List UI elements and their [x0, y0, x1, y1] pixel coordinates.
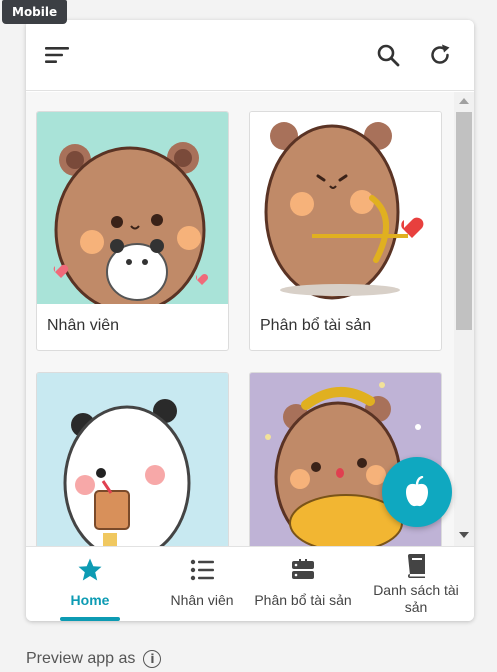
card-phan-bo-tai-san[interactable]: Phân bổ tài sản — [249, 111, 442, 351]
scroll-down-arrow-icon[interactable] — [459, 532, 469, 538]
card-label: Phân bổ tài sản — [260, 317, 372, 334]
list-icon — [190, 559, 214, 581]
floating-action-button[interactable] — [382, 457, 452, 527]
card-nhan-vien[interactable]: Nhân viên — [36, 111, 229, 351]
preview-label: Preview app as — [26, 650, 136, 667]
apple-icon — [406, 476, 428, 507]
scroll-up-arrow-icon[interactable] — [459, 98, 469, 104]
vertical-scrollbar[interactable] — [454, 92, 474, 546]
mobile-preview-frame: Nhân viên Phân bổ tài sản Home Nhân viên… — [26, 20, 474, 621]
nav-phan-bo-tai-san[interactable]: Phân bổ tài sản — [250, 547, 356, 621]
scrollbar-thumb[interactable] — [456, 112, 472, 330]
nav-danh-sach-tai-san[interactable]: Danh sách tài sản — [360, 547, 472, 621]
book-icon — [408, 554, 425, 578]
refresh-icon — [431, 44, 450, 64]
info-icon[interactable]: i — [143, 650, 162, 668]
active-tab-indicator — [60, 617, 120, 621]
search-icon — [377, 44, 400, 67]
star-icon — [78, 558, 102, 581]
refresh-button[interactable] — [423, 38, 457, 72]
menu-icon — [45, 47, 69, 63]
card-label: Nhân viên — [47, 317, 120, 334]
bear-holding-panda-illustration — [37, 112, 228, 304]
nav-home[interactable]: Home — [34, 547, 146, 621]
nav-label: Phân bổ tài sản — [254, 592, 352, 608]
bear-cupid-arrow-illustration — [250, 112, 441, 304]
server-icon — [292, 559, 314, 579]
nav-nhan-vien[interactable]: Nhân viên — [146, 547, 258, 621]
nav-label: Nhân viên — [170, 592, 234, 608]
mobile-badge: Mobile — [2, 0, 68, 24]
nav-label: Danh sách tài sản — [373, 582, 459, 615]
card-item-3[interactable] — [36, 372, 229, 546]
panda-with-drink-illustration — [37, 373, 228, 546]
search-button[interactable] — [371, 38, 405, 72]
top-app-bar — [26, 20, 474, 91]
nav-label: Home — [70, 592, 110, 608]
preview-app-as: Preview app as i — [26, 650, 162, 668]
bottom-navigation: Home Nhân viên Phân bổ tài sản Danh sách… — [26, 546, 474, 621]
menu-button[interactable] — [40, 38, 74, 72]
